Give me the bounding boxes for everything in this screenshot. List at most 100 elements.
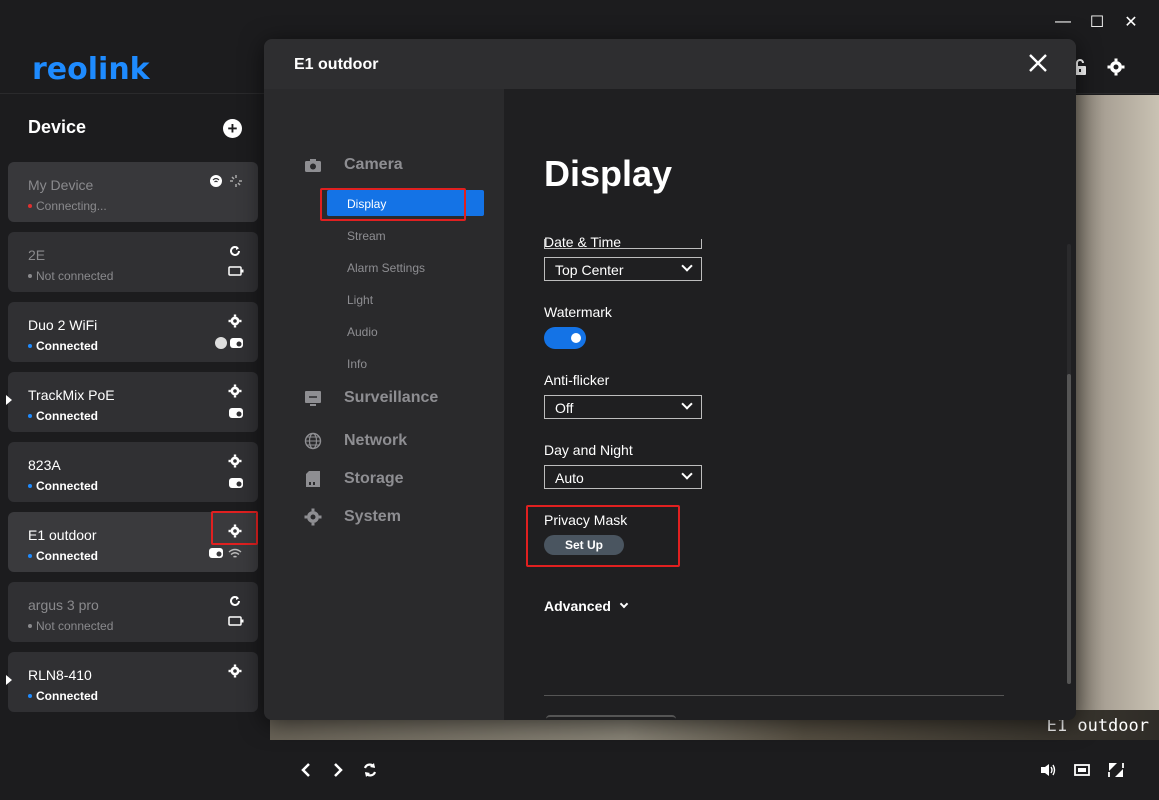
nav-label: Storage [344, 470, 404, 487]
device-status: Connected [28, 689, 98, 703]
modal-close-icon[interactable] [1028, 53, 1048, 73]
nav-section-network[interactable]: Network [304, 432, 407, 450]
add-device-button[interactable]: + [223, 119, 242, 138]
camera-wifi-icons [208, 546, 244, 560]
device-name: argus 3 pro [28, 597, 99, 613]
live-view-wall [1069, 95, 1159, 740]
nav-label: Surveillance [344, 389, 439, 406]
sd-card-icon [304, 470, 322, 488]
sidebar-title: Device [28, 117, 87, 137]
advanced-toggle[interactable]: Advanced [544, 598, 629, 614]
device-card-duo-2-wifi[interactable]: Duo 2 WiFi Connected [8, 302, 258, 362]
device-card-823a[interactable]: 823A Connected [8, 442, 258, 502]
page-title: Display [544, 153, 673, 194]
battery-icon [228, 266, 244, 276]
anti-flicker-label: Anti-flicker [544, 372, 610, 388]
device-name: TrackMix PoE [28, 387, 115, 403]
device-name: My Device [28, 177, 94, 193]
anti-flicker-select[interactable]: Off [544, 395, 702, 419]
settings-gear-icon[interactable] [1107, 58, 1125, 81]
bottom-bar [0, 740, 1159, 800]
fullscreen-icon[interactable] [1107, 762, 1125, 783]
screen-mode-icon[interactable] [1073, 762, 1091, 783]
chevron-down-icon [619, 599, 629, 609]
device-settings-modal: E1 outdoor Camera Display Stream Alarm S… [264, 39, 1076, 720]
camera-icon [228, 406, 244, 420]
nav-section-surveillance[interactable]: Surveillance [304, 389, 438, 407]
playback-controls [298, 762, 378, 783]
device-card-rln8-410[interactable]: RLN8-410 Connected [6, 652, 258, 712]
device-card-trackmix-poe[interactable]: TrackMix PoE Connected [6, 372, 258, 432]
advanced-label: Advanced [544, 598, 611, 614]
nav-section-system[interactable]: System [304, 508, 401, 526]
device-card-argus-3-pro[interactable]: argus 3 pro Not connected [8, 582, 258, 642]
device-name: E1 outdoor [28, 527, 97, 543]
camera-icon [304, 156, 322, 174]
reolink-logo: reolink [32, 52, 150, 87]
reconnect-icon[interactable] [228, 244, 242, 263]
device-status: Connected [28, 409, 98, 423]
nav-item-stream[interactable]: Stream [347, 229, 386, 243]
device-status: Connected [28, 479, 98, 493]
device-name: 2E [28, 247, 46, 263]
next-icon[interactable] [330, 762, 346, 783]
modal-header: E1 outdoor [264, 39, 1076, 89]
toggle-knob [571, 333, 581, 343]
date-time-select[interactable]: Top Center [544, 257, 702, 281]
clipped-button-below[interactable] [546, 715, 676, 720]
device-status: Connecting... [28, 199, 107, 213]
device-name: Duo 2 WiFi [28, 317, 98, 333]
camera-icon [228, 476, 244, 490]
device-settings-gear-icon[interactable] [228, 664, 242, 683]
nav-item-alarm-settings[interactable]: Alarm Settings [347, 261, 425, 275]
day-night-select[interactable]: Auto [544, 465, 702, 489]
minimize-button[interactable]: — [1055, 10, 1071, 34]
reconnect-icon[interactable] [228, 594, 242, 613]
chevron-down-icon [681, 260, 693, 272]
nav-item-audio[interactable]: Audio [347, 325, 378, 339]
nav-section-camera[interactable]: Camera [304, 156, 403, 174]
device-status: Not connected [28, 269, 113, 283]
highlight-box-display [320, 188, 466, 221]
nav-section-storage[interactable]: Storage [304, 470, 404, 488]
view-controls [1039, 762, 1125, 783]
nav-item-light[interactable]: Light [347, 293, 373, 307]
device-settings-gear-icon[interactable] [228, 384, 242, 403]
device-status: Connected [28, 339, 98, 353]
top-icons [1071, 58, 1125, 81]
day-night-label: Day and Night [544, 442, 633, 458]
highlight-box-gear [211, 511, 258, 545]
watermark-label: Watermark [544, 304, 612, 320]
device-name: RLN8-410 [28, 667, 92, 683]
device-card-2e[interactable]: 2E Not connected [8, 232, 258, 292]
close-window-button[interactable]: ✕ [1123, 10, 1139, 34]
highlight-box-privacy-mask [526, 505, 680, 567]
expand-arrow-icon[interactable] [6, 675, 12, 685]
monitor-icon [304, 389, 322, 407]
device-settings-gear-icon[interactable] [228, 454, 242, 473]
date-time-label: Date & Time [544, 234, 622, 250]
camera-type-icons [214, 336, 244, 350]
watermark-toggle[interactable] [544, 327, 586, 349]
device-card-my-device[interactable]: My Device Connecting... [8, 162, 258, 222]
settings-nav: Camera Display Stream Alarm Settings Lig… [264, 89, 504, 720]
device-status: Not connected [28, 619, 113, 633]
refresh-icon[interactable] [362, 762, 378, 783]
settings-content: Display Date & Time Top Center Watermark… [504, 89, 1076, 720]
device-settings-gear-icon[interactable] [228, 314, 242, 333]
nav-item-info[interactable]: Info [347, 357, 367, 371]
chevron-down-icon [681, 468, 693, 480]
connecting-icons [210, 174, 242, 193]
nav-label: System [344, 508, 401, 525]
maximize-button[interactable]: ☐ [1089, 10, 1105, 34]
chevron-down-icon [681, 398, 693, 410]
volume-icon[interactable] [1039, 762, 1057, 783]
expand-arrow-icon[interactable] [6, 395, 12, 405]
previous-icon[interactable] [298, 762, 314, 783]
device-sidebar: Device + My Device Connecting... 2E Not … [0, 95, 266, 800]
device-name: 823A [28, 457, 61, 473]
gear-icon [304, 508, 322, 526]
modal-title: E1 outdoor [294, 56, 379, 73]
battery-icon [228, 616, 244, 626]
scrollbar-thumb[interactable] [1067, 374, 1071, 684]
